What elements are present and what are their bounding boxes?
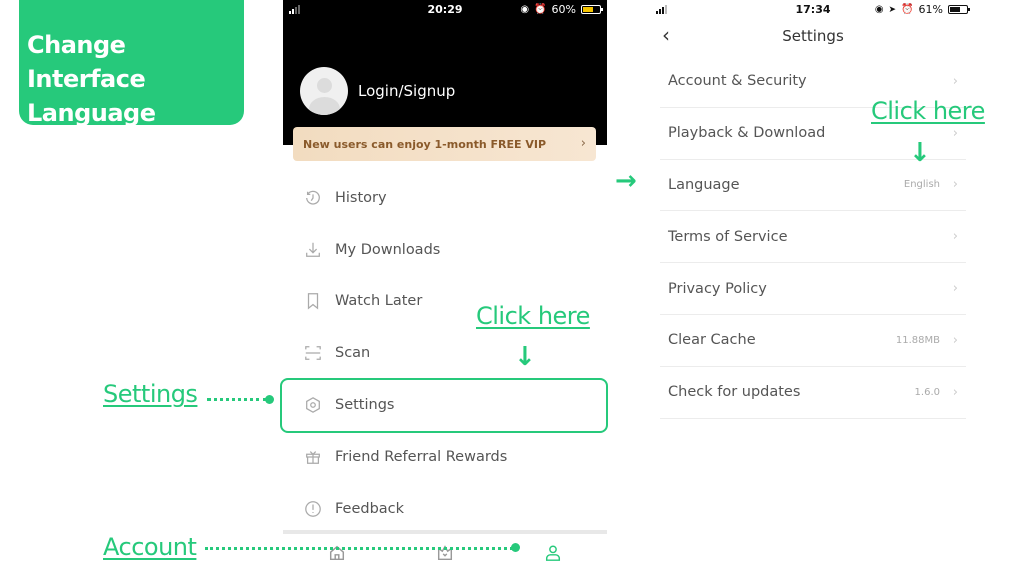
annotation-connector [207,398,267,401]
avatar[interactable] [300,67,348,115]
tab-home[interactable] [283,534,391,576]
status-bar: 20:29 ◉ ⏰ 60% [283,0,607,18]
settings-row-privacy-policy[interactable]: Privacy Policy › [660,263,966,315]
battery-percent: 60% [551,3,576,16]
menu-item-label: History [335,189,387,206]
user-icon [545,545,561,561]
history-icon [303,188,323,208]
status-bar: 17:34 ◉ ➤ ⏰ 61% [648,0,978,18]
annotation-connector-dot [511,543,520,552]
row-label: Account & Security [668,73,807,90]
vip-banner-text: New users can enjoy 1-month FREE VIP [303,138,547,151]
row-value: 11.88MB [895,334,940,346]
menu-item-label: Watch Later [335,293,423,310]
account-screen: 20:29 ◉ ⏰ 60% Login/Signup New users can… [283,0,607,576]
settings-highlight-box [280,378,608,433]
row-label: Clear Cache [668,332,756,349]
row-label: Check for updates [668,384,801,401]
annotation-click-here-language: Click here [871,97,985,125]
rotation-lock-icon: ◉ [520,4,530,15]
chevron-right-icon: › [952,384,958,400]
menu-item-feedback[interactable]: Feedback [283,483,607,535]
settings-row-terms-of-service[interactable]: Terms of Service › [660,211,966,264]
battery-percent: 61% [918,3,943,16]
account-menu: History My Downloads Watch Later Scan Se… [283,172,607,535]
row-label: Playback & Download [668,125,826,142]
login-signup-link[interactable]: Login/Signup [358,82,455,100]
title-line-2: Language [27,99,156,127]
annotation-click-here-settings: Click here [476,302,590,330]
alarm-icon: ⏰ [901,4,914,15]
annotation-connector [205,547,513,550]
battery-icon [581,5,603,14]
menu-item-label: My Downloads [335,241,441,258]
chevron-right-icon: › [952,229,958,245]
settings-row-check-for-updates[interactable]: Check for updates 1.6.0 › [660,367,966,419]
row-value: 1.6.0 [914,386,940,398]
rotation-lock-icon: ◉ [874,4,884,15]
menu-item-label: Friend Referral Rewards [335,448,508,465]
arrow-down-icon: ↓ [909,138,931,168]
page-title: Settings [782,27,844,45]
vip-banner[interactable]: New users can enjoy 1-month FREE VIP › [293,127,596,161]
tab-account[interactable] [499,534,607,576]
settings-row-clear-cache[interactable]: Clear Cache 11.88MB › [660,315,966,367]
row-label: Privacy Policy [668,280,767,297]
tab-vip[interactable] [391,534,499,576]
download-icon [303,240,323,260]
menu-item-label: Scan [335,345,371,362]
account-header: 20:29 ◉ ⏰ 60% Login/Signup [283,0,607,145]
menu-item-scan[interactable]: Scan [283,327,607,379]
location-icon: ➤ [888,4,897,15]
gift-icon [303,447,323,467]
annotation-account-label: Account [103,533,197,561]
annotation-settings-label: Settings [103,380,198,408]
chevron-right-icon: › [952,73,958,89]
menu-item-label: Feedback [335,500,405,517]
bookmark-icon [303,291,323,311]
menu-item-my-downloads[interactable]: My Downloads [283,224,607,276]
annotation-connector-dot [265,395,274,404]
settings-screen: 17:34 ◉ ➤ ⏰ 61% ‹ Settings Account & Sec… [648,0,978,576]
row-label: Language [668,176,740,193]
menu-item-history[interactable]: History [283,172,607,224]
battery-icon [948,5,970,14]
alarm-icon: ⏰ [534,4,547,15]
title-line-1: Change Interface [27,31,146,93]
bottom-tab-bar [283,534,607,576]
row-value: English [903,179,940,191]
arrow-right-icon: → [615,166,637,196]
chevron-right-icon: › [952,177,958,193]
feedback-icon [303,499,323,519]
chevron-right-icon: › [580,136,586,151]
chevron-right-icon: › [952,332,958,348]
chevron-right-icon: › [952,281,958,297]
arrow-down-icon: ↓ [514,342,536,372]
scan-icon [303,343,323,363]
menu-item-friend-referral-rewards[interactable]: Friend Referral Rewards [283,431,607,483]
title-card: Change Interface Language [19,0,244,127]
row-label: Terms of Service [668,228,788,245]
chevron-right-icon: › [952,125,958,141]
